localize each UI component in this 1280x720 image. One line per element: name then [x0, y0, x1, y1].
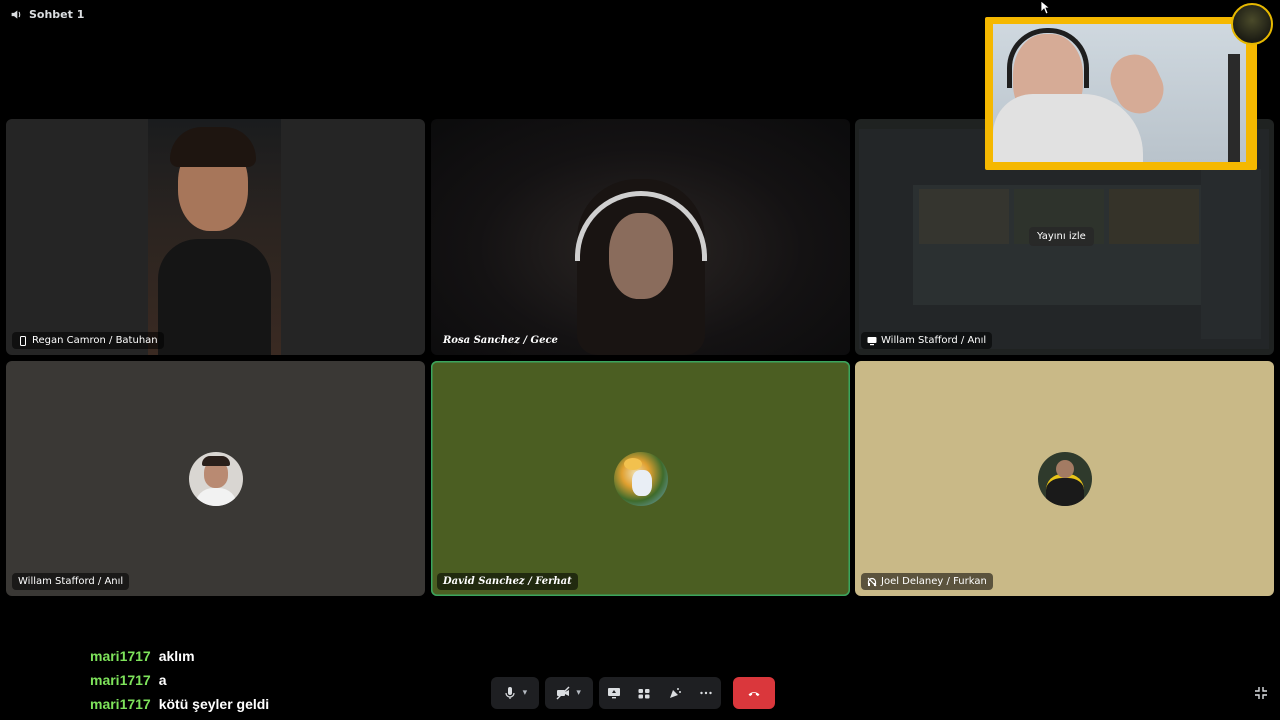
- chat-overlay: mari1717 aklım mari1717 a mari1717 kötü şey…: [90, 644, 269, 716]
- avatar-tile-joel[interactable]: Joel Delaney / Furkan: [855, 361, 1274, 596]
- chat-message: mari1717 aklım: [90, 644, 269, 668]
- deafened-icon: [867, 577, 877, 586]
- participant-name-plate: Rosa Sanchez / Gece: [437, 332, 564, 349]
- avatar: [188, 451, 243, 506]
- hangup-icon: [748, 692, 760, 697]
- disconnect-button[interactable]: [732, 677, 776, 709]
- video-feed: [148, 119, 281, 355]
- phone-icon: [20, 335, 26, 346]
- screen-share-icon: [867, 336, 877, 345]
- participant-name-plate: Willam Stafford / Anıl: [12, 573, 130, 590]
- watch-stream-label: Yayını izle: [1037, 231, 1086, 242]
- mouse-cursor-icon: [1040, 0, 1050, 15]
- participant-name-plate: Regan Camron / Batuhan: [12, 332, 164, 349]
- chat-username: mari1717: [90, 672, 151, 688]
- microphone-icon: [505, 687, 515, 699]
- call-controls: ▾ ▾: [491, 676, 776, 710]
- video-feed: [571, 179, 711, 355]
- participant-name: Joel Delaney / Furkan: [881, 576, 987, 587]
- avatar-tile-willam[interactable]: Willam Stafford / Anıl: [6, 361, 425, 596]
- soundboard-icon[interactable]: [668, 686, 682, 700]
- video-tile-regan[interactable]: Regan Camron / Batuhan: [6, 119, 425, 355]
- chat-message: mari1717 a: [90, 668, 269, 692]
- speaker-icon: [11, 10, 21, 19]
- screen-share-icon: [607, 688, 620, 699]
- chat-username: mari1717: [90, 696, 151, 712]
- video-tile-rosa[interactable]: Rosa Sanchez / Gece: [431, 119, 850, 355]
- chat-text: kötü şeyler geldi: [158, 696, 270, 712]
- screen-share-button[interactable]: [598, 677, 721, 709]
- more-icon[interactable]: [699, 686, 713, 700]
- channel-name: Sohbet 1: [29, 8, 85, 21]
- participant-name: Willam Stafford / Anıl: [18, 576, 124, 587]
- fullscreen-exit-icon[interactable]: [1254, 686, 1268, 700]
- avatar: [1037, 451, 1092, 506]
- microphone-button[interactable]: ▾: [491, 677, 539, 709]
- participant-name: David Sanchez / Ferhat: [443, 576, 572, 587]
- chevron-down-icon[interactable]: ▾: [523, 688, 528, 698]
- chat-message: mari1717 kötü şeyler geldi: [90, 692, 269, 716]
- channel-header: Sohbet 1: [10, 8, 84, 21]
- camera-off-icon: [556, 686, 570, 700]
- chat-username: mari1717: [90, 648, 151, 664]
- chat-text: aklım: [158, 648, 195, 664]
- streamer-facecam: [985, 17, 1257, 170]
- avatar-tile-david[interactable]: David Sanchez / Ferhat: [431, 361, 850, 596]
- participant-name: Willam Stafford / Anıl: [881, 335, 987, 346]
- channel-logo: [1231, 3, 1273, 45]
- camera-button[interactable]: ▾: [544, 677, 593, 709]
- activities-icon[interactable]: [637, 686, 651, 700]
- avatar: [613, 451, 668, 506]
- participant-name-plate: Willam Stafford / Anıl: [861, 332, 993, 349]
- participant-name: Rosa Sanchez / Gece: [443, 335, 558, 346]
- participant-name-plate: Joel Delaney / Furkan: [861, 573, 993, 590]
- watch-stream-button[interactable]: Yayını izle: [1029, 227, 1094, 246]
- chevron-down-icon[interactable]: ▾: [576, 688, 581, 698]
- participant-name: Regan Camron / Batuhan: [32, 335, 158, 346]
- chat-text: a: [158, 672, 167, 688]
- participant-name-plate: David Sanchez / Ferhat: [437, 573, 578, 590]
